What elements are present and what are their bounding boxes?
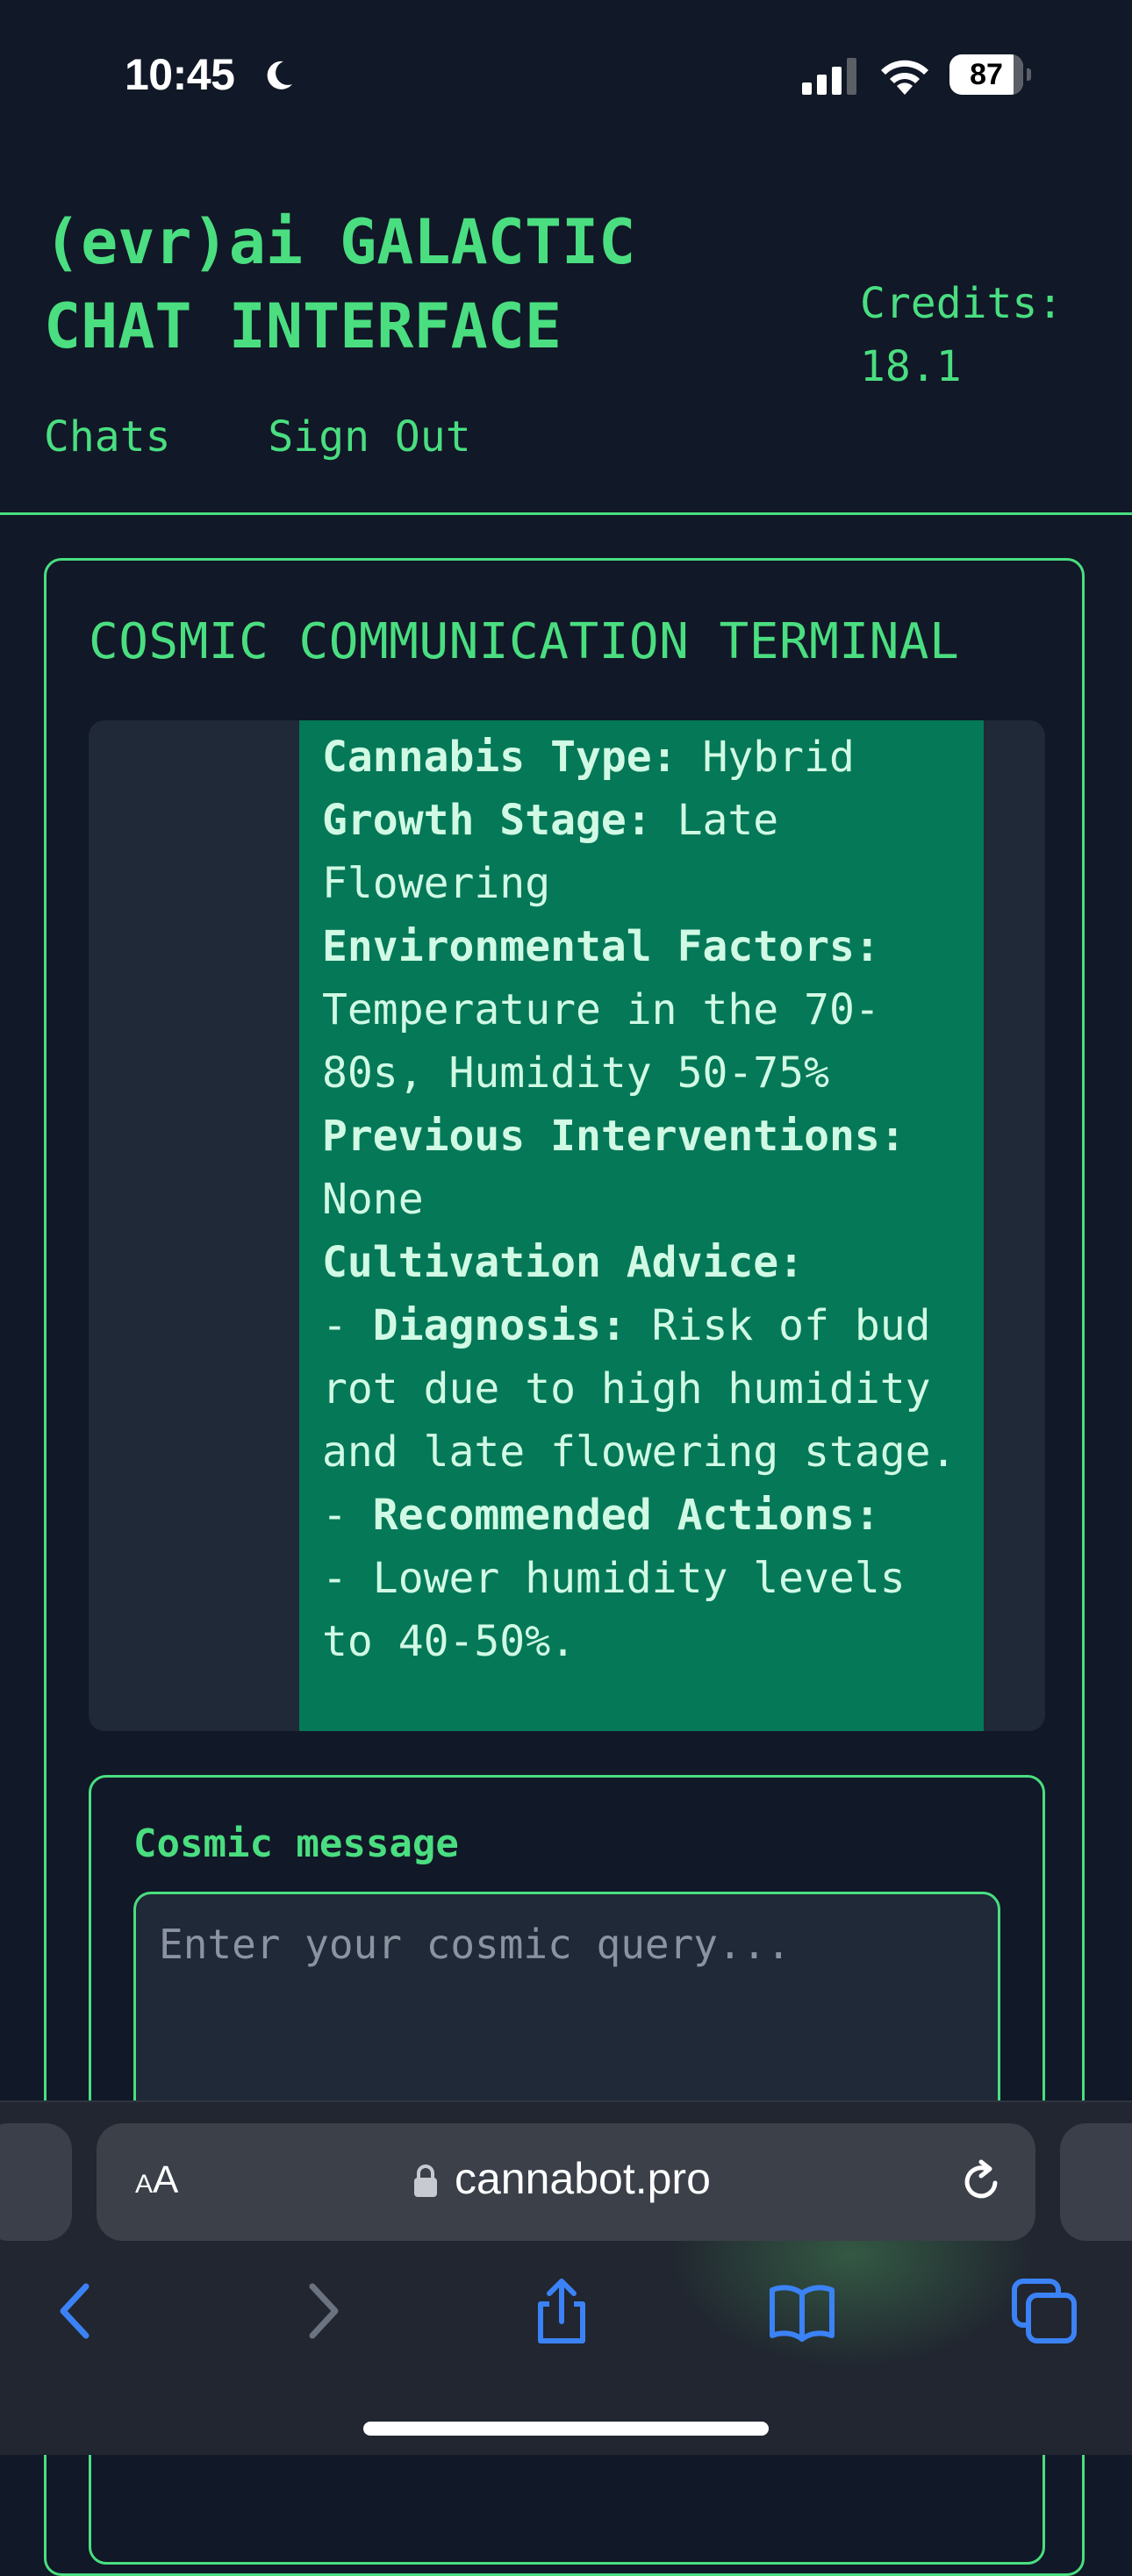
tabs-icon[interactable] — [1009, 2276, 1079, 2346]
battery-icon: 87 — [949, 54, 1031, 95]
terminal-title: COSMIC COMMUNICATION TERMINAL — [89, 613, 960, 670]
forward-icon[interactable] — [286, 2276, 356, 2346]
message-log[interactable]: Cannabis Type: Hybrid Growth Stage: Late… — [89, 720, 1045, 1731]
share-icon[interactable] — [527, 2276, 597, 2346]
message-label: Cosmic message — [133, 1821, 459, 1866]
next-tab-preview[interactable] — [1060, 2123, 1132, 2241]
status-time: 10:45 — [125, 50, 235, 99]
message-line: Previous Interventions: None — [322, 1112, 906, 1224]
message-line: Environmental Factors: Temperature in th… — [322, 922, 880, 1098]
moon-icon — [267, 61, 292, 89]
cellular-signal-icon — [802, 58, 856, 95]
address-bar[interactable]: AA cannabot.pro — [97, 2123, 1035, 2241]
message-line: Cultivation Advice: — [322, 1238, 805, 1287]
text-size-button[interactable]: AA — [135, 2158, 178, 2202]
bot-message-bubble: Cannabis Type: Hybrid Growth Stage: Late… — [299, 720, 984, 1731]
previous-tab-preview[interactable] — [0, 2123, 72, 2241]
main-nav: Chats Sign Out — [44, 412, 471, 462]
header-divider — [0, 512, 1132, 515]
message-line: - Recommended Actions: — [322, 1491, 880, 1540]
bookmarks-icon[interactable] — [767, 2276, 837, 2346]
nav-chats-link[interactable]: Chats — [44, 412, 171, 462]
message-line: - Lower humidity levels to 40-50%. — [322, 1554, 906, 1666]
reload-icon[interactable] — [956, 2157, 1006, 2206]
lock-icon — [414, 2165, 437, 2197]
message-line: Cannabis Type: Hybrid — [322, 733, 855, 782]
url-text[interactable]: cannabot.pro — [455, 2153, 711, 2204]
home-indicator — [363, 2422, 769, 2436]
battery-level: 87 — [970, 58, 1003, 91]
back-icon[interactable] — [42, 2276, 112, 2346]
wifi-icon — [881, 60, 928, 95]
message-line: Growth Stage: Late Flowering — [322, 796, 779, 908]
credits-display: Credits: 18.1 — [860, 279, 1064, 391]
nav-sign-out-link[interactable]: Sign Out — [268, 412, 470, 462]
message-line: - Diagnosis: Risk of bud rot due to high… — [322, 1301, 956, 1477]
app-title: (evr)ai GALACTIC CHAT INTERFACE — [44, 206, 636, 362]
